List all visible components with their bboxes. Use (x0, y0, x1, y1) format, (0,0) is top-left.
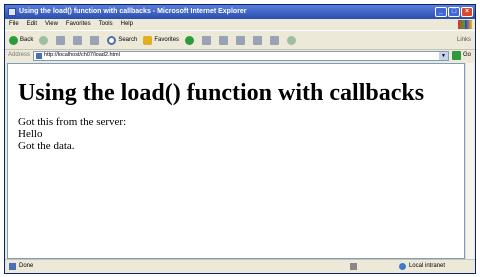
media-icon (185, 35, 195, 45)
server-message-label: Got this from the server: (18, 116, 127, 128)
go-button[interactable]: Go (451, 49, 471, 62)
go-arrow-icon (451, 51, 461, 60)
menu-tools[interactable]: Tools (99, 19, 113, 30)
stop-icon (56, 35, 66, 45)
callback-message: Got the data. (18, 140, 75, 152)
maximize-button[interactable]: □ (448, 7, 460, 17)
mail-icon (219, 35, 229, 45)
home-button[interactable] (90, 35, 101, 45)
title-bar[interactable]: Using the load() function with callbacks… (5, 5, 475, 19)
discuss-button[interactable] (270, 35, 281, 45)
messenger-button[interactable] (287, 35, 298, 45)
status-text: Done (19, 263, 34, 269)
close-button[interactable]: × (461, 7, 473, 17)
mail-button[interactable] (219, 35, 230, 45)
vertical-scrollbar[interactable] (465, 63, 474, 259)
address-label: Address (8, 52, 31, 58)
toolbar: Back Search Favorites Links (5, 30, 475, 50)
page-done-icon (9, 263, 16, 270)
links-button[interactable]: Links (457, 31, 471, 49)
back-arrow-icon (9, 35, 18, 45)
media-button[interactable] (185, 35, 196, 45)
history-icon (202, 35, 212, 45)
edit-button[interactable] (253, 35, 264, 45)
messenger-icon (287, 35, 297, 45)
address-dropdown-icon[interactable]: ▼ (438, 51, 448, 60)
back-label: Back (20, 37, 34, 43)
home-icon (90, 35, 100, 45)
page-heading: Using the load() function with callbacks (18, 80, 425, 106)
favorites-button[interactable]: Favorites (143, 31, 179, 49)
security-zone: Local intranet (398, 260, 445, 273)
menu-favorites[interactable]: Favorites (66, 19, 91, 30)
status-bar: Done Local intranet (5, 259, 475, 273)
search-label: Search (118, 37, 138, 43)
menu-file[interactable]: File (9, 19, 19, 30)
window-title: Using the load() function with callbacks… (19, 8, 247, 15)
menu-view[interactable]: View (45, 19, 58, 30)
stop-button[interactable] (56, 35, 67, 45)
intranet-globe-icon (398, 263, 406, 270)
window-controls: _ □ × (435, 7, 473, 17)
windows-flag-icon (458, 20, 472, 29)
print-button[interactable] (236, 35, 247, 45)
minimize-button[interactable]: _ (435, 7, 447, 17)
server-response: Hello (18, 128, 43, 140)
menu-bar: File Edit View Favorites Tools Help (5, 19, 475, 30)
menu-help[interactable]: Help (121, 19, 133, 30)
search-button[interactable]: Search (107, 31, 137, 49)
zone-label: Local intranet (408, 263, 445, 269)
search-icon (107, 35, 117, 45)
menu-edit[interactable]: Edit (27, 19, 37, 30)
page-icon (36, 52, 43, 59)
favorites-label: Favorites (154, 37, 180, 43)
ie-icon (8, 8, 16, 16)
browser-window: Using the load() function with callbacks… (4, 4, 476, 274)
go-label: Go (462, 52, 471, 58)
discuss-icon (270, 35, 280, 45)
history-button[interactable] (202, 35, 213, 45)
favorites-star-icon (143, 35, 153, 45)
forward-button[interactable] (39, 35, 50, 45)
address-url: http://localhost/ch07/load2.html (44, 52, 120, 58)
edit-icon (253, 35, 263, 45)
address-bar: Address http://localhost/ch07/load2.html… (5, 49, 475, 62)
refresh-button[interactable] (73, 35, 84, 45)
security-icon (350, 263, 357, 270)
page-content: Using the load() function with callbacks… (7, 63, 465, 259)
address-input[interactable]: http://localhost/ch07/load2.html ▼ (33, 50, 449, 61)
refresh-icon (73, 35, 83, 45)
forward-arrow-icon (39, 35, 49, 45)
print-icon (236, 35, 246, 45)
back-button[interactable]: Back (9, 31, 33, 49)
